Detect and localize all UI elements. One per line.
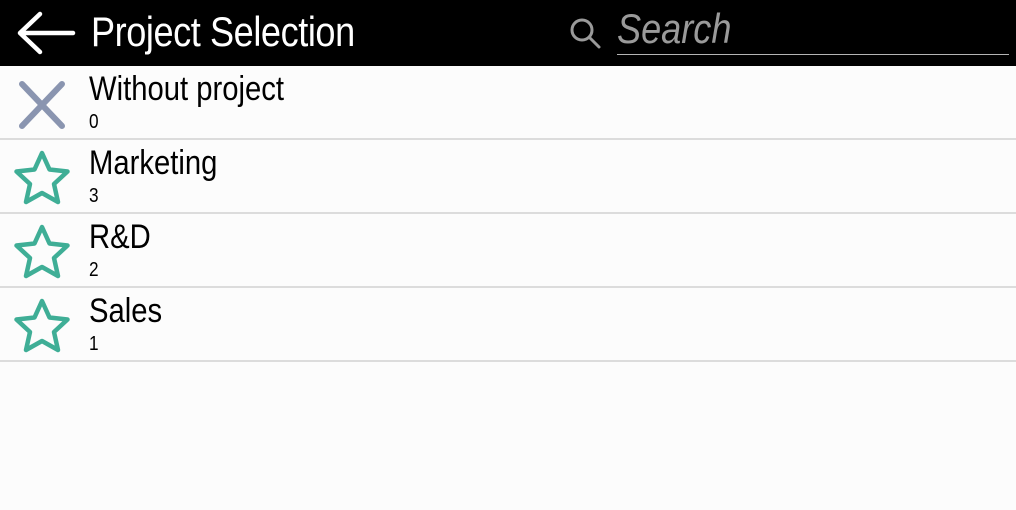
project-name: Without project (89, 70, 285, 108)
project-name: Sales (89, 292, 163, 330)
project-name: Marketing (89, 144, 218, 182)
project-item-rd[interactable]: R&D 2 (0, 214, 1016, 288)
project-item-marketing[interactable]: Marketing 3 (0, 140, 1016, 214)
back-button[interactable] (10, 6, 80, 60)
search-icon[interactable] (566, 14, 604, 52)
page-title: Project Selection (91, 8, 355, 55)
star-icon (10, 221, 74, 285)
project-list: Without project 0 Marketing 3 R&D 2 Sale… (0, 66, 1016, 362)
header-bar: Project Selection (0, 0, 1016, 66)
star-icon (10, 147, 74, 211)
search-field[interactable] (617, 4, 1009, 55)
search-input[interactable] (617, 4, 955, 54)
arrow-left-icon (17, 11, 76, 55)
project-count: 2 (89, 259, 99, 281)
project-count: 3 (89, 185, 99, 207)
star-icon (10, 295, 74, 359)
project-count: 0 (89, 111, 99, 133)
close-icon (10, 73, 74, 137)
project-item-without-project[interactable]: Without project 0 (0, 66, 1016, 140)
project-name: R&D (89, 218, 151, 256)
project-item-sales[interactable]: Sales 1 (0, 288, 1016, 362)
project-count: 1 (89, 333, 99, 355)
